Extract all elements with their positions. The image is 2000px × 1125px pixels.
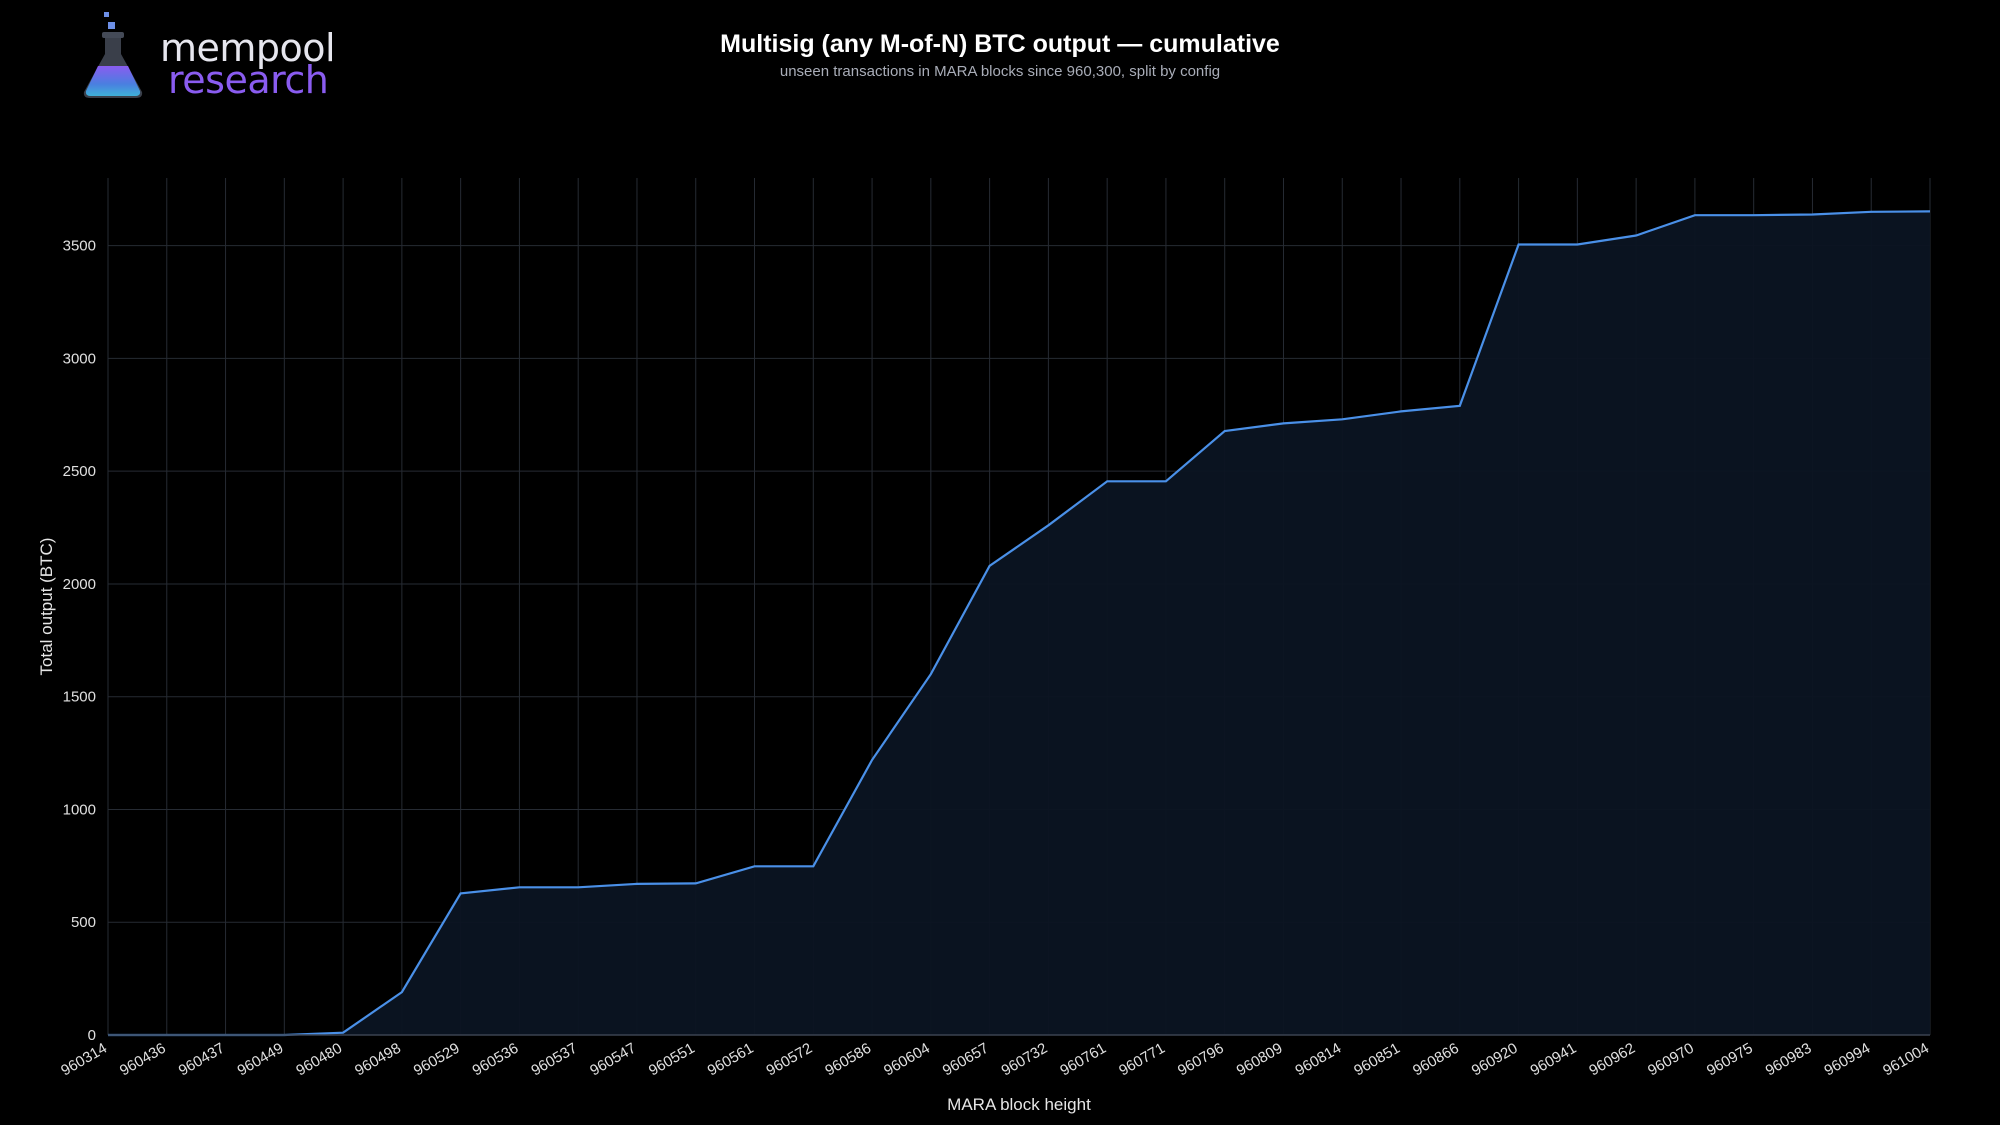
x-tick-label: 960866: [1410, 1040, 1462, 1080]
x-axis-ticks: 960314 960436 960437 960449 960480 960498 9605…: [58, 1040, 1932, 1080]
y-axis-ticks: 0 500 1000 1500 2000 2500 3000 3500: [63, 238, 96, 1044]
x-tick-label: 960561: [705, 1040, 757, 1080]
x-tick-label: 960572: [763, 1040, 815, 1080]
x-tick-label: 960975: [1704, 1040, 1756, 1080]
y-tick-label: 3500: [63, 238, 96, 255]
x-tick-label: 960771: [1116, 1040, 1168, 1080]
x-tick-label: 960529: [411, 1040, 463, 1080]
x-tick-label: 960480: [293, 1040, 345, 1080]
y-tick-label: 1500: [63, 689, 96, 706]
x-tick-label: 960814: [1292, 1040, 1344, 1080]
area-fill: [108, 211, 1930, 1035]
x-tick-label: 960449: [234, 1040, 286, 1080]
y-tick-label: 1000: [63, 801, 96, 818]
x-tick-label: 960983: [1763, 1040, 1815, 1080]
x-tick-label: 960314: [58, 1040, 110, 1080]
x-tick-label: 960586: [822, 1040, 874, 1080]
x-tick-label: 960809: [1234, 1040, 1286, 1080]
x-tick-label: 960604: [881, 1040, 933, 1080]
x-tick-label: 960657: [940, 1040, 992, 1080]
y-tick-label: 500: [71, 914, 96, 931]
x-tick-label: 960437: [176, 1040, 228, 1080]
y-tick-label: 2000: [63, 576, 96, 593]
x-axis-title: MARA block height: [947, 1095, 1091, 1114]
x-tick-label: 960536: [470, 1040, 522, 1080]
x-tick-label: 960732: [999, 1040, 1051, 1080]
y-axis-title: Total output (BTC): [37, 538, 56, 676]
x-tick-label: 960941: [1527, 1040, 1579, 1080]
x-tick-label: 960851: [1351, 1040, 1403, 1080]
y-tick-label: 2500: [63, 463, 96, 480]
x-tick-label: 961004: [1880, 1040, 1932, 1080]
x-tick-label: 960551: [646, 1040, 698, 1080]
x-tick-label: 960962: [1586, 1040, 1638, 1080]
y-tick-label: 3000: [63, 350, 96, 367]
x-tick-label: 960547: [587, 1040, 639, 1080]
x-tick-label: 960796: [1175, 1040, 1227, 1080]
x-tick-label: 960436: [117, 1040, 169, 1080]
cumulative-area-chart: 0500100015002000250030003500 960314 96043…: [37, 178, 1932, 1114]
y-tick-label: 0: [88, 1027, 96, 1044]
x-tick-label: 960498: [352, 1040, 404, 1080]
x-tick-label: 960537: [528, 1040, 580, 1080]
x-tick-label: 960994: [1821, 1040, 1873, 1080]
x-tick-label: 960761: [1057, 1040, 1109, 1080]
x-tick-label: 960970: [1645, 1040, 1697, 1080]
x-tick-label: 960920: [1469, 1040, 1521, 1080]
